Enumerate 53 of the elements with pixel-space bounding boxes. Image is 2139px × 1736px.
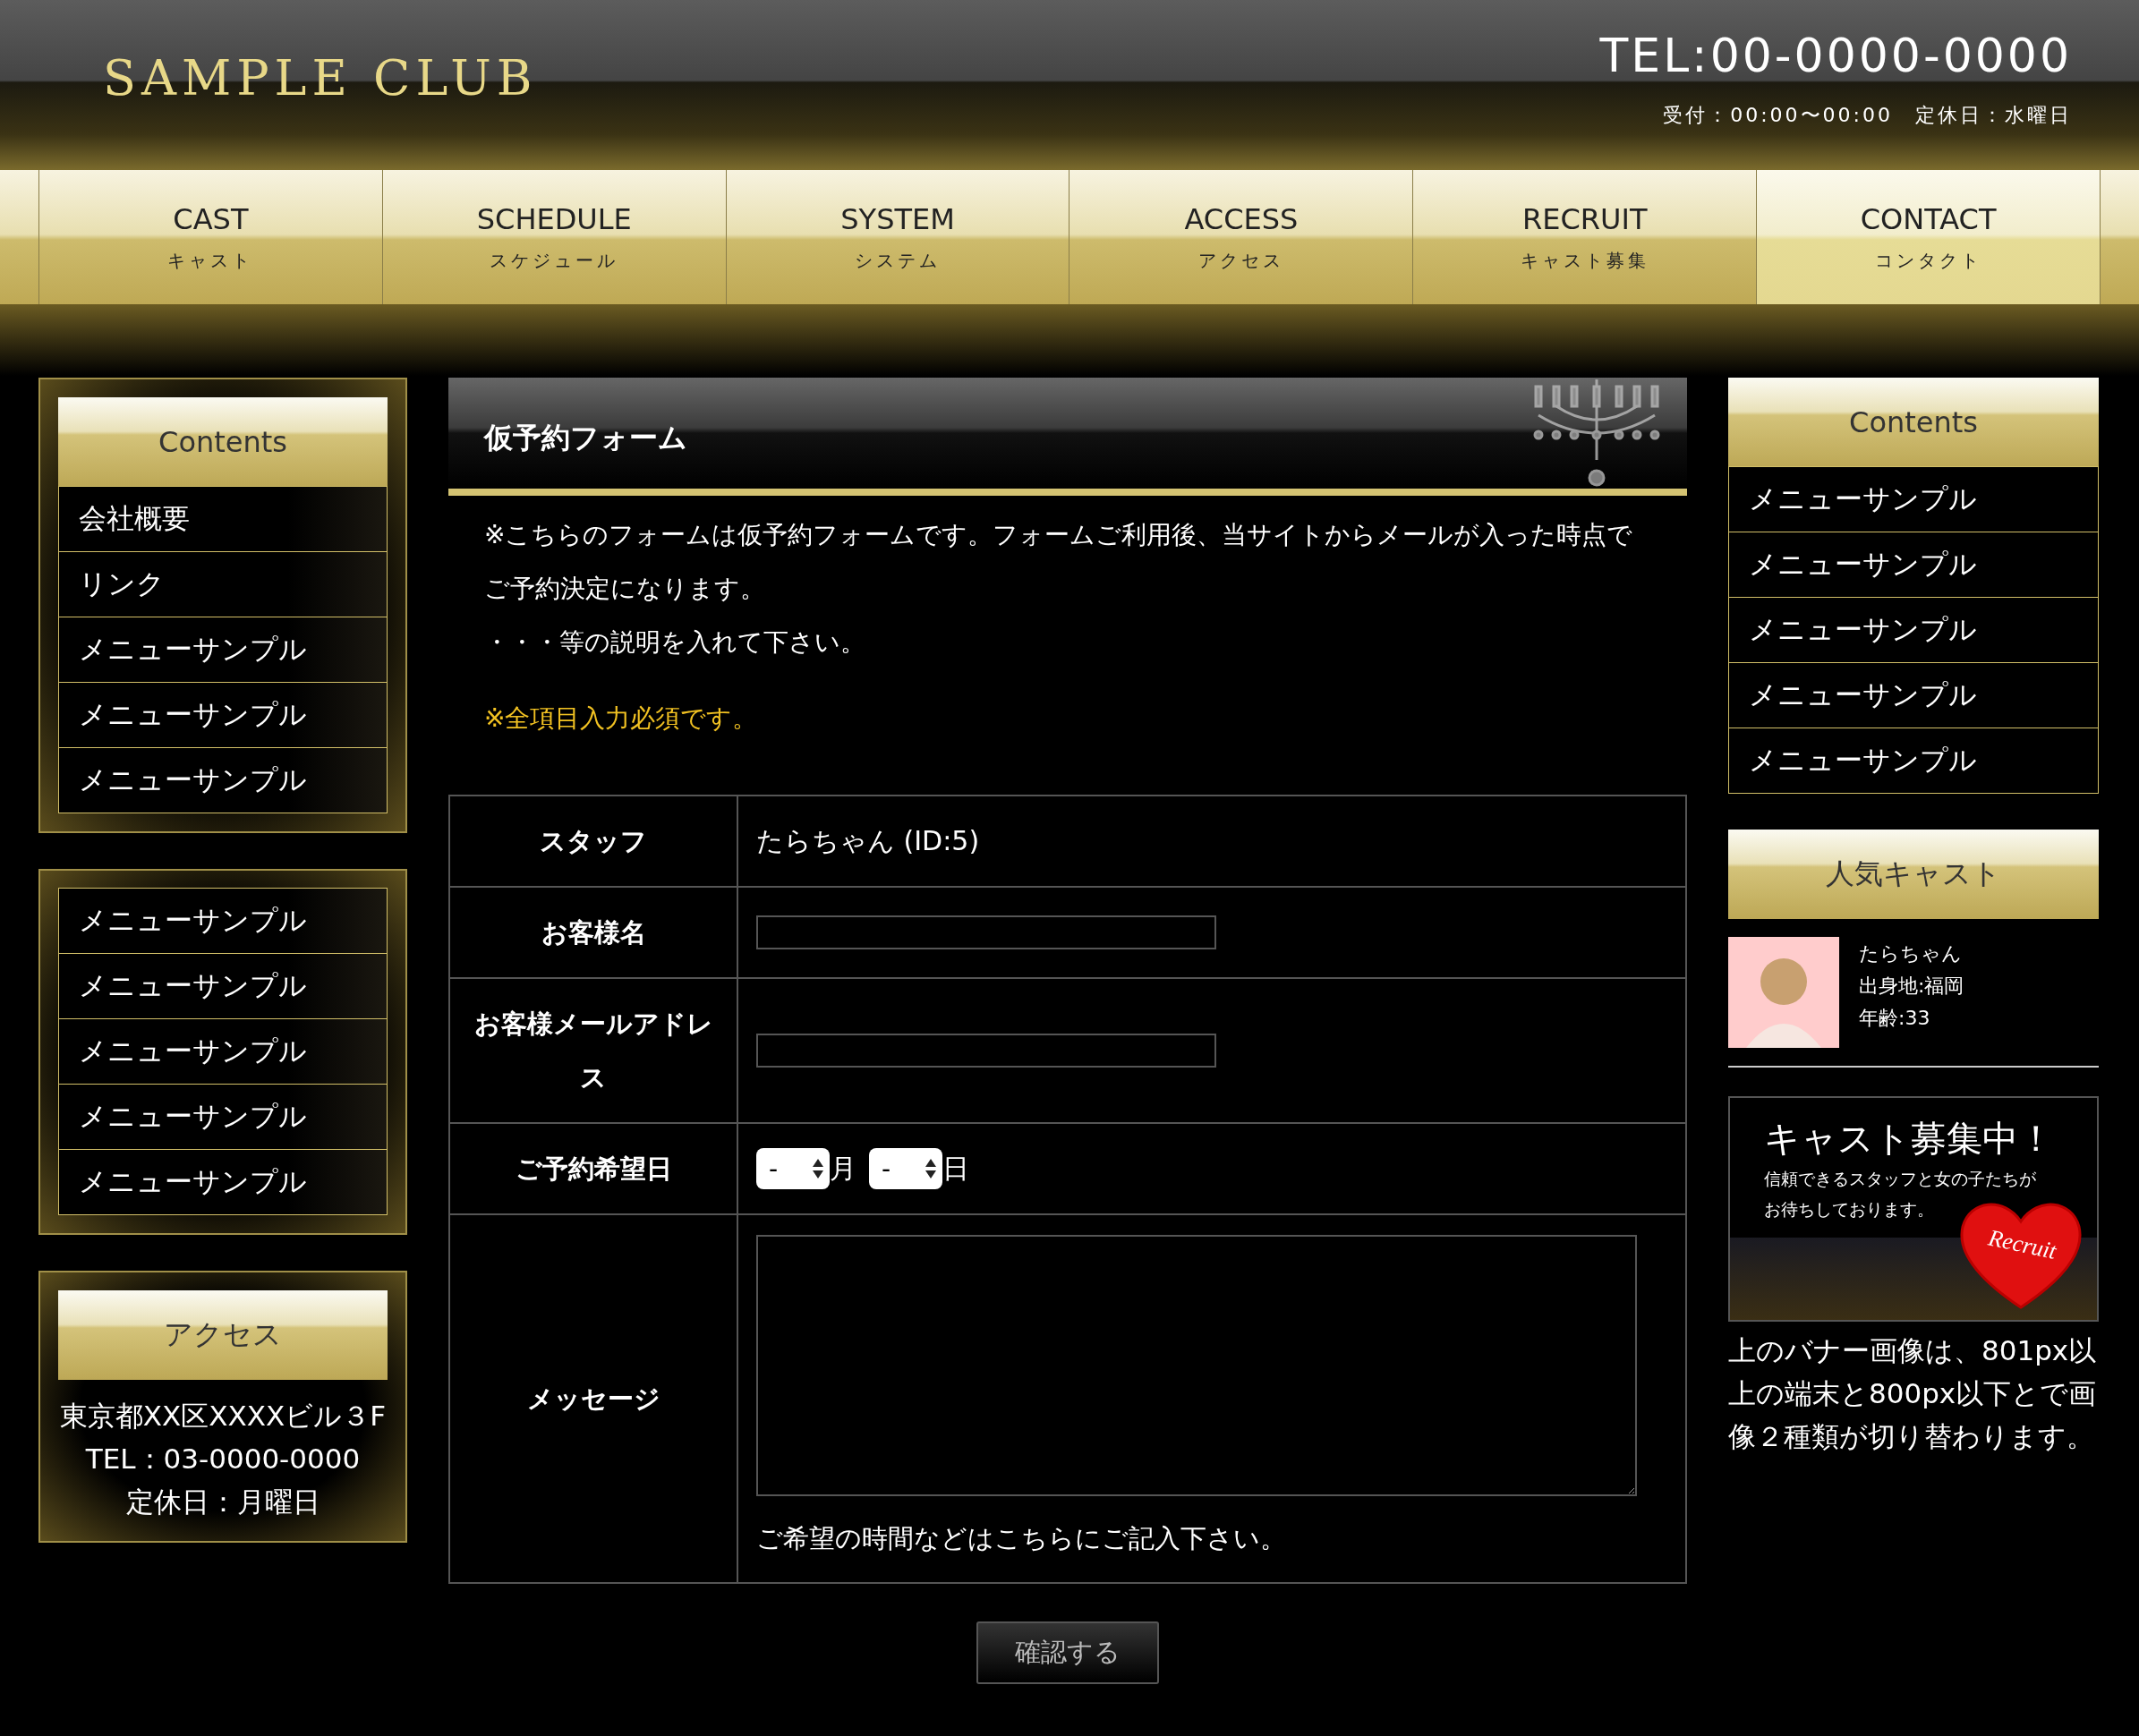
access-info: 東京都XX区XXXXビル３F TEL：03-0000-0000 定休日：月曜日 [58, 1399, 388, 1519]
text-field[interactable] [756, 915, 1216, 949]
menu-item[interactable]: メニューサンプル [1728, 466, 2099, 532]
intro-text: ※こちらのフォームは仮予約フォームです。フォームご利用後、当サイトからメールが入った時点でご予約決定になります。 [484, 519, 1634, 605]
menu-item[interactable]: 会社概要 [58, 486, 388, 552]
message-field[interactable] [756, 1235, 1637, 1496]
cast-name: たらちゃん [1859, 941, 1963, 966]
table-cell: たらちゃん (ID:5) [737, 796, 1686, 887]
menu-item[interactable]: メニューサンプル [58, 1018, 388, 1085]
menu-item[interactable]: メニューサンプル [58, 1149, 388, 1215]
menu-item[interactable]: メニューサンプル [58, 953, 388, 1019]
row-label: お客様名 [449, 887, 737, 978]
recruit-banner[interactable]: キャスト募集中！ 信頼できるスタッフと女の子たちが お待ちしております。 Recruit [1728, 1096, 2099, 1322]
nav-tab[interactable]: CONTACT コンタクト [1756, 170, 2101, 304]
business-hours: 受付：00:00〜00:00 定休日：水曜日 [1663, 103, 2072, 128]
submit-button[interactable]: 確認する [976, 1621, 1159, 1684]
unit-label: 日 [942, 1151, 969, 1186]
banner-text: お待ちしております。 [1764, 1198, 1935, 1221]
site-logo: SAMPLE CLUB [103, 50, 538, 106]
phone-number: TEL:00-0000-0000 [1599, 29, 2072, 82]
dropdown[interactable]: - [869, 1148, 942, 1189]
menu-item[interactable]: メニューサンプル [1728, 532, 2099, 598]
banner-note: 上のバナー画像は、801px以上の端末と800px以下とで画像２種類が切り替わります。 [1728, 1333, 2098, 1454]
banner-text: 信頼できるスタッフと女の子たちが [1764, 1168, 2037, 1190]
form-title: 仮予約フォーム [484, 420, 687, 456]
menu-item[interactable]: メニューサンプル [58, 617, 388, 683]
row-label: ご予約希望日 [449, 1123, 737, 1214]
row-label: メッセージ [449, 1214, 737, 1583]
panel-heading: Contents [1728, 378, 2099, 467]
updown-arrows-icon [812, 1158, 824, 1179]
row-label: お客様メールアドレス [449, 978, 737, 1123]
menu-item[interactable]: メニューサンプル [1728, 728, 2099, 794]
panel-heading: Contents [58, 397, 388, 487]
panel-heading: 人気キャスト [1728, 830, 2099, 919]
cast-origin: 出身地:福岡 [1859, 974, 1964, 999]
intro-text: ・・・等の説明を入れて下さい。 [484, 626, 866, 659]
text-field[interactable] [756, 1034, 1216, 1068]
banner-headline: キャスト募集中！ [1764, 1117, 2055, 1161]
menu-item[interactable]: メニューサンプル [1728, 662, 2099, 728]
menu-item[interactable]: メニューサンプル [58, 1084, 388, 1150]
unit-label: 月 [830, 1151, 856, 1186]
menu-item[interactable]: メニューサンプル [58, 682, 388, 748]
cast-age: 年齢:33 [1859, 1006, 1931, 1031]
menu-item[interactable]: メニューサンプル [1728, 597, 2099, 663]
menu-item[interactable]: メニューサンプル [58, 747, 388, 813]
field-hint: ご希望の時間などはこちらにご記入下さい。 [756, 1522, 1287, 1555]
row-label: スタッフ [449, 796, 737, 887]
panel-heading: アクセス [58, 1290, 388, 1380]
required-note: ※全項目入力必須です。 [484, 702, 759, 735]
updown-arrows-icon [925, 1158, 937, 1179]
dropdown[interactable]: - [756, 1148, 830, 1189]
menu-item[interactable]: リンク [58, 551, 388, 617]
menu-item[interactable]: メニューサンプル [58, 888, 388, 954]
